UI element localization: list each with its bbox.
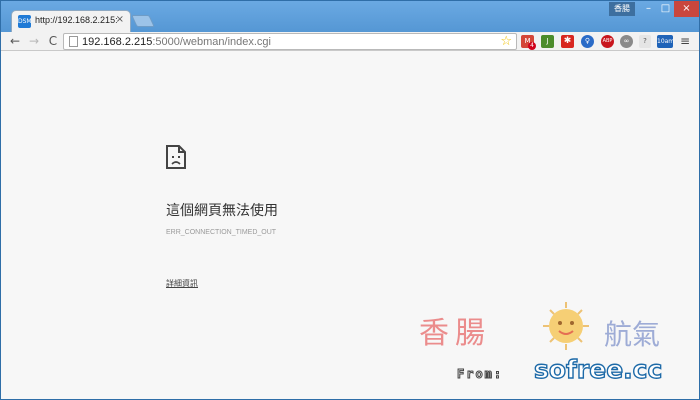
gmail-unread-badge: 4 bbox=[528, 42, 536, 50]
maximize-button[interactable]: □ bbox=[657, 1, 674, 17]
details-link[interactable]: 詳細資訊 bbox=[166, 278, 198, 289]
watermark-sun-face-icon bbox=[543, 302, 589, 350]
tab-close-icon[interactable]: × bbox=[116, 14, 124, 25]
gray-extension-icon[interactable]: ∞ bbox=[620, 35, 633, 48]
calendar-extension-icon[interactable]: 10am bbox=[657, 35, 674, 48]
error-title: 這個網頁無法使用 bbox=[166, 203, 278, 219]
new-tab-button[interactable] bbox=[131, 15, 155, 27]
title-bar: DSM http://192.168.2.215:5000 × 香腸 – □ × bbox=[1, 1, 699, 32]
url-path: :5000/webman/index.cgi bbox=[152, 36, 271, 48]
forward-arrow-icon[interactable]: → bbox=[27, 34, 41, 48]
url-host: 192.168.2.215 bbox=[82, 36, 153, 48]
user-profile-badge[interactable]: 香腸 bbox=[609, 2, 635, 16]
page-icon bbox=[69, 36, 78, 47]
watermark-chars-left: 香腸 bbox=[419, 316, 491, 351]
address-bar[interactable]: 192.168.2.215:5000/webman/index.cgi ☆ bbox=[63, 33, 517, 50]
blue-extension-icon[interactable]: ♀ bbox=[581, 35, 594, 48]
error-code: ERR_CONNECTION_TIMED_OUT bbox=[166, 229, 277, 236]
page-content: 這個網頁無法使用 ERR_CONNECTION_TIMED_OUT 詳細資訊 香… bbox=[1, 51, 699, 399]
browser-tab[interactable]: DSM http://192.168.2.215:5000 × bbox=[11, 10, 131, 32]
sad-page-icon bbox=[166, 145, 186, 169]
browser-toolbar: ← → C 192.168.2.215:5000/webman/index.cg… bbox=[1, 32, 699, 51]
rss-extension-icon[interactable]: ? bbox=[639, 35, 651, 48]
bookmark-star-icon[interactable]: ☆ bbox=[500, 34, 512, 49]
url-text[interactable]: 192.168.2.215:5000/webman/index.cgi bbox=[82, 35, 271, 49]
watermark-chars-right: 航氣 bbox=[604, 318, 661, 351]
dsm-favicon-icon: DSM bbox=[18, 15, 32, 28]
watermark-from-label: From: bbox=[456, 367, 504, 382]
red-extension-icon[interactable]: ✱ bbox=[561, 35, 574, 48]
browser-window: DSM http://192.168.2.215:5000 × 香腸 – □ ×… bbox=[0, 0, 700, 400]
tab-title: http://192.168.2.215:5000 bbox=[35, 15, 117, 25]
adblock-plus-icon[interactable]: ABP bbox=[601, 35, 614, 48]
back-arrow-icon[interactable]: ← bbox=[8, 34, 22, 48]
watermark-site-name: sofree.cc bbox=[533, 354, 663, 384]
green-extension-icon[interactable]: J bbox=[541, 35, 554, 48]
minimize-button[interactable]: – bbox=[640, 1, 657, 17]
reload-icon[interactable]: C bbox=[46, 34, 60, 48]
close-window-button[interactable]: × bbox=[674, 1, 699, 17]
chrome-menu-icon[interactable]: ≡ bbox=[680, 34, 690, 48]
